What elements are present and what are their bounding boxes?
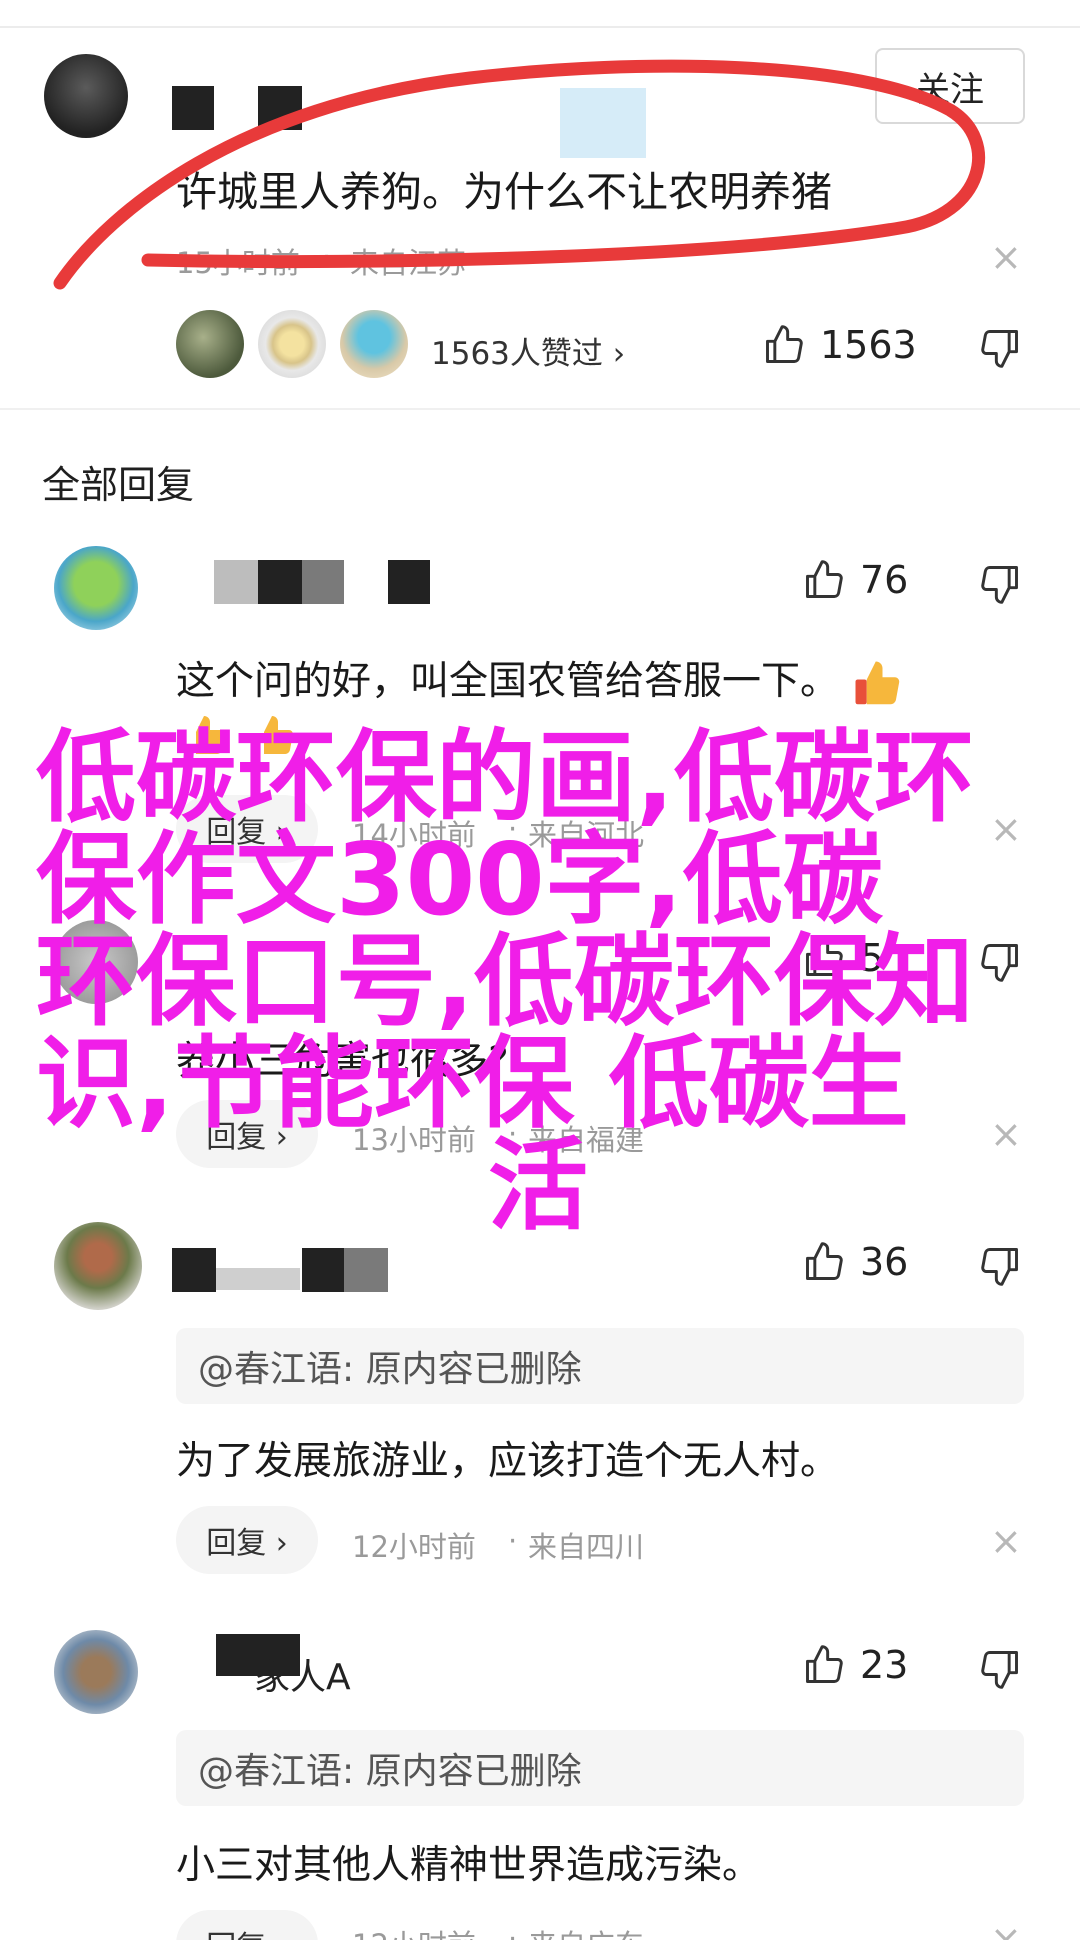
like-count: 76 — [860, 558, 909, 602]
reply-location: 来自四川 — [528, 1530, 645, 1564]
thumbs-down-icon[interactable] — [978, 1244, 1022, 1288]
reply-name-redacted — [216, 1268, 300, 1290]
author-avatar[interactable] — [44, 54, 128, 138]
meta-separator: · — [508, 812, 518, 846]
reply-text: 为了发展旅游业，应该打造个无人村。 — [176, 1439, 840, 1484]
reply-button[interactable]: 回复 › — [176, 795, 318, 863]
reply-avatar[interactable] — [54, 1630, 138, 1714]
like-count: 1563 — [820, 323, 917, 367]
liker-avatar[interactable] — [340, 310, 408, 378]
author-name-redacted — [172, 86, 214, 130]
main-comment: 关注 许城里人养狗。为什么不让农明养猪 15小时前 · 来自江苏 × 1563人… — [0, 30, 1080, 408]
quoted-reply[interactable]: @春江语: 原内容已删除 — [176, 1328, 1024, 1404]
close-icon[interactable]: × — [990, 238, 1022, 276]
likers-summary-link[interactable]: 1563人赞过 › — [431, 328, 625, 373]
follow-button[interactable]: 关注 — [875, 48, 1025, 124]
reply-name-redacted — [302, 1248, 344, 1292]
thumbs-down-icon[interactable] — [978, 562, 1022, 606]
like-button[interactable]: 23 — [802, 1643, 908, 1687]
like-count: 23 — [860, 1643, 909, 1687]
author-name-redacted — [258, 86, 302, 130]
reply-text: 这个问的好，叫全国农管给答服一下。 — [176, 650, 905, 711]
reply-name-redacted — [258, 560, 302, 604]
reply-avatar[interactable] — [54, 1222, 142, 1310]
thumbs-up-icon — [806, 938, 843, 976]
reply-text: 小三对其他人精神世界造成污染。 — [176, 1843, 762, 1888]
chevron-right-icon: › — [612, 336, 626, 372]
reply-avatar[interactable] — [54, 920, 138, 1004]
reply-location: 来自广东 — [528, 1922, 644, 1940]
like-button[interactable]: 36 — [802, 1240, 908, 1284]
thumbs-up-icon — [766, 325, 803, 363]
close-icon[interactable]: × — [990, 1522, 1022, 1560]
reply-name-redacted — [388, 560, 430, 604]
thumbs-down-icon[interactable] — [978, 940, 1022, 984]
reply-button[interactable]: 回复 › — [176, 1910, 318, 1940]
reply-name-redacted — [302, 560, 344, 604]
like-button[interactable]: 1563 — [762, 323, 917, 367]
thumbs-down-icon[interactable] — [978, 326, 1022, 370]
reply-time: 14小时前 — [352, 818, 476, 852]
reply-time: 12小时前 — [352, 1530, 476, 1564]
reply-name-redacted — [214, 560, 258, 604]
comment-text: 许城里人养狗。为什么不让农明养猪 — [176, 168, 832, 216]
close-icon[interactable]: × — [990, 1920, 1022, 1940]
like-button[interactable]: 76 — [802, 558, 908, 602]
reply-name-redacted — [172, 1248, 216, 1292]
like-button[interactable]: 5 — [802, 936, 884, 980]
reply-button[interactable]: 回复 › — [176, 1100, 318, 1168]
meta-separator: · — [508, 1524, 518, 1558]
close-icon[interactable]: × — [990, 810, 1022, 848]
likers-count-text: 1563人赞过 — [431, 336, 603, 372]
top-divider — [0, 0, 1080, 28]
reply-button[interactable]: 回复 › — [176, 1506, 318, 1574]
author-badge-redacted — [560, 88, 646, 158]
comment-time: 15小时前 — [176, 246, 300, 280]
section-divider — [0, 408, 1080, 410]
thumbs-up-emoji-icon — [264, 716, 293, 754]
quoted-reply[interactable]: @春江语: 原内容已删除 — [176, 1730, 1024, 1806]
thumbs-up-emoji-icon — [196, 716, 225, 754]
thumbs-up-emoji-icon — [855, 661, 900, 704]
reply-avatar[interactable] — [54, 546, 138, 630]
thumbs-up-icon — [806, 1645, 843, 1683]
reply-location: 来自福建 — [528, 1123, 645, 1157]
thumbs-down-icon[interactable] — [978, 1647, 1022, 1691]
liker-avatar[interactable] — [176, 310, 244, 378]
thumbs-up-icon — [806, 560, 843, 598]
reply-text-content: 这个问的好，叫全国农管给答服一下。 — [176, 659, 840, 704]
meta-separator: · — [508, 1922, 518, 1940]
close-icon[interactable]: × — [990, 1115, 1022, 1153]
comment-location: 来自江苏 — [350, 246, 467, 280]
liker-avatar[interactable] — [258, 310, 326, 378]
thumbs-up-icon — [806, 1242, 843, 1280]
reply-name-suffix: 家人A — [254, 1657, 351, 1698]
reply-time: 13小时前 — [352, 1123, 476, 1157]
overlay-text-line: 低碳环保的画,低碳环 — [36, 719, 974, 836]
like-count: 5 — [860, 936, 885, 980]
reply-location: 来自河北 — [528, 818, 645, 852]
reply-time: 12小时前 — [352, 1922, 476, 1940]
reply-name-redacted — [344, 1248, 388, 1292]
reply-text: 养小三危害也很多? — [176, 1039, 509, 1084]
meta-separator: · — [322, 240, 332, 274]
like-count: 36 — [860, 1240, 909, 1284]
section-title: 全部回复 — [42, 463, 195, 507]
meta-separator: · — [508, 1117, 518, 1151]
